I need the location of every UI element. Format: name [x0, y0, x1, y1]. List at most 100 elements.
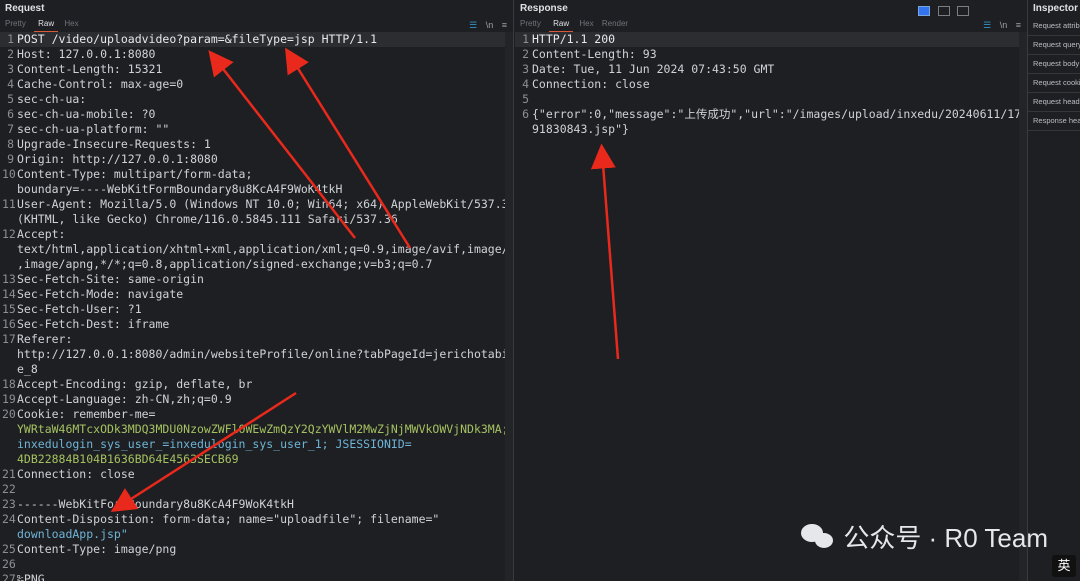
newline-toggle[interactable]: \n: [486, 18, 494, 32]
line-number: 4: [7, 77, 14, 91]
request-tools: ☰ \n ≡: [463, 18, 507, 32]
code-line: 25 Content-Type: image/png: [0, 542, 513, 557]
code-line: (KHTML, like Gecko) Chrome/116.0.5845.11…: [0, 212, 513, 227]
request-editor[interactable]: 1 POST /video/uploadvideo?param=&fileType…: [0, 32, 513, 581]
line-text: sec-ch-ua-mobile: ?0: [17, 107, 156, 121]
code-line: 1 POST /video/uploadvideo?param=&fileType…: [0, 32, 513, 47]
code-line: 17 Referer:: [0, 332, 513, 347]
layout-horizontal-icon[interactable]: [937, 6, 950, 16]
code-line: 2 Content-Length: 93: [515, 47, 1027, 62]
tab-render[interactable]: Render: [602, 17, 634, 31]
code-line: 15 Sec-Fetch-User: ?1: [0, 302, 513, 317]
tab-pretty[interactable]: Pretty: [520, 17, 547, 31]
line-text: Connection: close: [532, 77, 650, 91]
inspector-item[interactable]: Request attributes: [1028, 17, 1080, 36]
request-scrollbar[interactable]: [505, 32, 513, 581]
code-line: 5: [515, 92, 1027, 107]
inspector-item[interactable]: Request body parameters: [1028, 55, 1080, 74]
line-text: Cache-Control: max-age=0: [17, 77, 184, 91]
line-text: Content-Length: 93: [532, 47, 657, 61]
line-text: HTTP/1.1 200: [532, 32, 616, 46]
line-text: POST /video/uploadvideo?param=&fileType=…: [17, 32, 378, 46]
response-tools: ☰ \n ≡: [977, 18, 1021, 32]
line-number: 17: [2, 332, 16, 346]
code-line: 91830843.jsp"}: [515, 122, 1027, 137]
line-text: Content-Length: 15321: [17, 62, 163, 76]
code-line: inxedulogin_sys_user_=inxedulogin_sys_us…: [0, 437, 513, 452]
line-text: Cookie: remember-me=: [17, 407, 156, 421]
line-text: ------WebKitFormBoundary8u8KcA4F9WoK4tkH: [17, 497, 294, 511]
line-number: 6: [522, 107, 529, 121]
code-line: 4 Connection: close: [515, 77, 1027, 92]
code-line: text/html,application/xhtml+xml,applicat…: [0, 242, 513, 257]
newline-toggle[interactable]: \n: [1000, 18, 1008, 32]
line-number: 13: [2, 272, 16, 286]
line-number: 12: [2, 227, 16, 241]
response-pane: Response Pretty Raw Hex Render ☰ \n ≡ 1H…: [515, 0, 1028, 581]
line-text: text/html,application/xhtml+xml,applicat…: [17, 242, 513, 256]
code-line: 16 Sec-Fetch-Dest: iframe: [0, 317, 513, 332]
tab-pretty[interactable]: Pretty: [5, 17, 32, 31]
code-line: boundary=----WebKitFormBoundary8u8KcA4F9…: [0, 182, 513, 197]
code-line: 19 Accept-Language: zh-CN,zh;q=0.9: [0, 392, 513, 407]
tab-raw[interactable]: Raw: [549, 17, 574, 33]
code-line: 3 Date: Tue, 11 Jun 2024 07:43:50 GMT: [515, 62, 1027, 77]
code-line: 2 Host: 127.0.0.1:8080: [0, 47, 513, 62]
layout-split-icon[interactable]: [918, 6, 931, 16]
line-text: Date: Tue, 11 Jun 2024 07:43:50 GMT: [532, 62, 775, 76]
tab-hex[interactable]: Hex: [579, 17, 599, 31]
ime-indicator[interactable]: 英: [1052, 555, 1076, 577]
line-text: Accept:: [17, 227, 66, 241]
line-number: 25: [2, 542, 16, 556]
request-tabs: Pretty Raw Hex ☰ \n ≡: [0, 17, 513, 33]
line-number: 3: [522, 62, 529, 76]
response-scrollbar[interactable]: [1019, 32, 1027, 581]
code-line: 1 HTTP/1.1 200: [515, 32, 1027, 47]
line-text: Accept-Encoding: gzip, deflate, br: [17, 377, 253, 391]
line-text: User-Agent: Mozilla/5.0 (Windows NT 10.0…: [17, 197, 513, 211]
watermark-text: 公众号 · R0 Team: [843, 523, 1048, 553]
line-number: 1: [7, 32, 14, 46]
layout-single-icon[interactable]: [957, 6, 969, 16]
watermark: 公众号 · R0 Team: [801, 518, 1048, 555]
line-text: 91830843.jsp"}: [532, 122, 629, 136]
response-editor[interactable]: 1 HTTP/1.1 200 2 Content-Length: 93 3 Date: T…: [515, 32, 1027, 581]
code-line: 6 {"error":0,"message":"上传成功","url":"/ima…: [515, 107, 1027, 122]
line-text: Origin: http://127.0.0.1:8080: [17, 152, 218, 166]
code-line: downloadApp.jsp": [0, 527, 513, 542]
line-text: ‰PNG: [17, 572, 45, 581]
code-line: 20 Cookie: remember-me=: [0, 407, 513, 422]
tab-raw[interactable]: Raw: [34, 17, 59, 33]
line-text: downloadApp.jsp": [17, 527, 128, 541]
code-line: 24 Content-Disposition: form-data; name="…: [0, 512, 513, 527]
code-line: 6 sec-ch-ua-mobile: ?0: [0, 107, 513, 122]
line-number: 20: [2, 407, 16, 421]
code-line: 18 Accept-Encoding: gzip, deflate, br: [0, 377, 513, 392]
line-number: 26: [2, 557, 16, 571]
menu-icon[interactable]: ≡: [1016, 18, 1021, 32]
wrap-lines-icon[interactable]: ☰: [983, 18, 991, 32]
inspector-item[interactable]: Request cookies: [1028, 74, 1080, 93]
line-number: 9: [7, 152, 14, 166]
menu-icon[interactable]: ≡: [502, 18, 507, 32]
tab-hex[interactable]: Hex: [64, 17, 84, 31]
inspector-item[interactable]: Request query parameters: [1028, 36, 1080, 55]
line-number: 14: [2, 287, 16, 301]
inspector-item[interactable]: Response headers: [1028, 112, 1080, 131]
inspector-item[interactable]: Request headers: [1028, 93, 1080, 112]
line-number: 18: [2, 377, 16, 391]
code-line: 27 ‰PNG: [0, 572, 513, 581]
wrap-lines-icon[interactable]: ☰: [469, 18, 477, 32]
code-line: 13 Sec-Fetch-Site: same-origin: [0, 272, 513, 287]
code-line: 3 Content-Length: 15321: [0, 62, 513, 77]
code-line: e_8: [0, 362, 513, 377]
line-text: Referer:: [17, 332, 73, 346]
inspector-pane: Inspector Request attributesRequest quer…: [1028, 0, 1080, 581]
inspector-title: Inspector: [1033, 3, 1079, 14]
line-number: 19: [2, 392, 16, 406]
line-number: 3: [7, 62, 14, 76]
line-number: 4: [522, 77, 529, 91]
line-text: Sec-Fetch-Site: same-origin: [17, 272, 204, 286]
code-line: YWRtaW46MTcxODk3MDQ3MDU0NzowZWFlOWEwZmQz…: [0, 422, 513, 437]
line-number: 2: [7, 47, 14, 61]
